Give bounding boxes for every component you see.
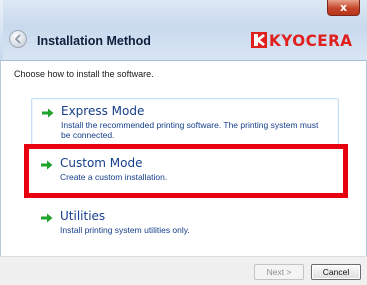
option-description: Create a custom installation. <box>60 172 168 182</box>
green-arrow-icon <box>41 160 53 170</box>
instruction-text: Choose how to install the software. <box>14 69 154 79</box>
brand-wordmark: KYOCERA <box>269 30 353 50</box>
option-express-mode[interactable]: Express Mode Install the recommended pri… <box>31 98 339 146</box>
kyocera-logo: KYOCERA <box>251 30 357 50</box>
cancel-button[interactable]: Cancel <box>311 264 361 280</box>
window-border-left <box>0 60 1 256</box>
green-arrow-icon <box>41 213 53 223</box>
option-utilities[interactable]: Utilities Install printing system utilit… <box>31 204 339 244</box>
option-title: Utilities <box>60 209 106 223</box>
kyocera-mark-icon <box>251 32 268 48</box>
close-button[interactable]: x <box>327 0 360 16</box>
option-description-cont: be connected. <box>61 130 115 140</box>
footer-bar: Next > Cancel <box>0 256 367 285</box>
green-arrow-icon <box>42 108 54 118</box>
option-title: Custom Mode <box>60 156 143 170</box>
title-header: x Installation Method KYOCERA <box>0 0 367 61</box>
installer-window: x Installation Method KYOCERA Choose how… <box>0 0 367 285</box>
back-arrow-icon <box>14 34 21 44</box>
next-button[interactable]: Next > <box>254 264 304 280</box>
back-button[interactable] <box>9 30 27 48</box>
page-title: Installation Method <box>37 34 151 48</box>
option-custom-mode[interactable]: Custom Mode Create a custom installation… <box>31 151 339 196</box>
option-description: Install printing system utilities only. <box>60 225 190 235</box>
option-title: Express Mode <box>61 104 145 118</box>
option-description: Install the recommended printing softwar… <box>61 120 319 130</box>
